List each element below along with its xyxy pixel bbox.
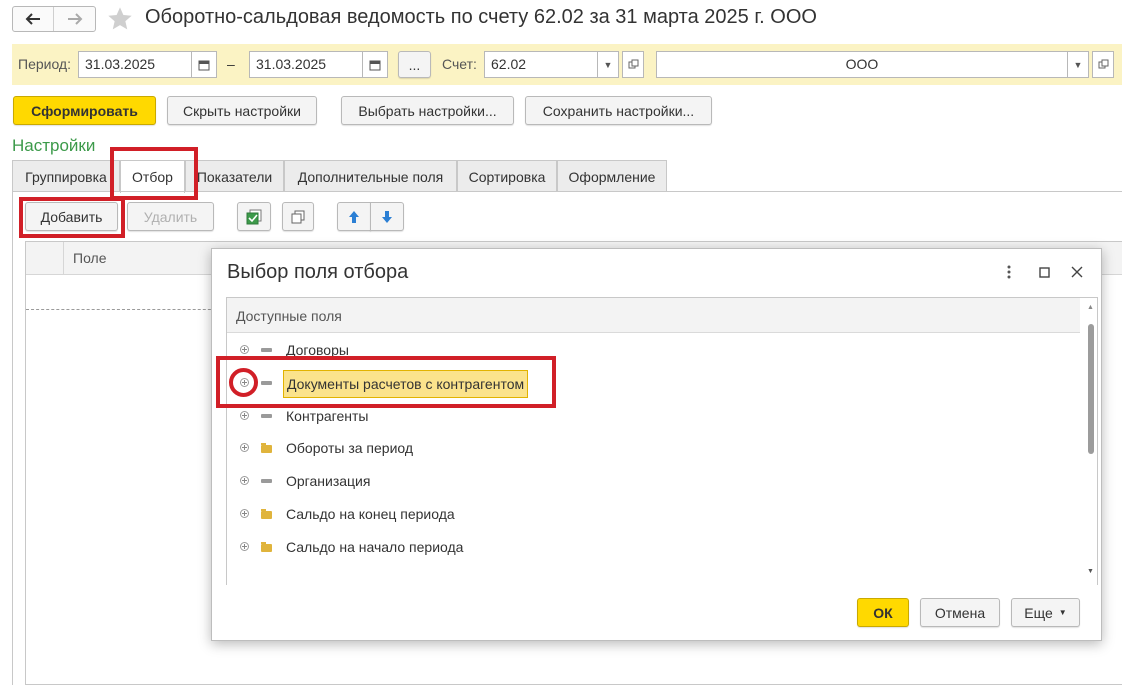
move-down-button[interactable] (370, 202, 404, 231)
tree-item-turnovers[interactable]: Обороты за период (227, 435, 1080, 461)
check-group-icon (246, 209, 262, 224)
settings-title: Настройки (12, 136, 96, 155)
tree-item-label: Сальдо на конец периода (286, 506, 455, 522)
tab-sorting[interactable]: Сортировка (457, 160, 557, 192)
tab-additional-fields[interactable]: Дополнительные поля (284, 160, 457, 192)
save-settings-button[interactable]: Сохранить настройки... (525, 96, 712, 125)
highlight-expand-circle (229, 368, 258, 397)
tree-item-label: Организация (286, 473, 371, 489)
generate-button[interactable]: Сформировать (13, 96, 156, 125)
tree-item-closing-balance[interactable]: Сальдо на конец периода (227, 501, 1080, 527)
account-open-button[interactable] (622, 51, 644, 78)
star-icon (108, 7, 132, 30)
tab-grouping[interactable]: Группировка (12, 160, 120, 192)
window-title: Оборотно-сальдовая ведомость по счету 62… (145, 6, 817, 28)
arrow-left-icon (25, 13, 40, 25)
open-icon (628, 59, 638, 69)
organization-dropdown-button[interactable]: ▼ (1067, 51, 1089, 78)
scroll-up-icon[interactable]: ▲ (1087, 304, 1094, 311)
tree-item-label: Обороты за период (286, 440, 414, 456)
back-button[interactable] (13, 7, 54, 31)
tree-item-label: Сальдо на начало периода (286, 539, 464, 555)
more-button[interactable]: Еще ▼ (1011, 598, 1080, 627)
chevron-down-icon: ▼ (1058, 608, 1067, 617)
period-to-field[interactable]: 31.03.2025 (249, 51, 363, 78)
folder-icon (261, 443, 272, 453)
filter-table-checkbox-col (63, 242, 64, 275)
forward-button[interactable] (54, 7, 95, 31)
dialog-menu-button[interactable] (1002, 262, 1016, 282)
tab-design[interactable]: Оформление (557, 160, 667, 192)
column-header-field[interactable]: Поле (73, 250, 107, 266)
copy-button[interactable] (282, 202, 314, 231)
list-scrollbar[interactable]: ▲ ▼ (1084, 298, 1098, 586)
expand-icon[interactable] (240, 509, 249, 518)
calendar-icon (369, 60, 381, 70)
dialog-maximize-button[interactable] (1034, 262, 1054, 282)
settings-panel-border (12, 191, 13, 685)
account-field[interactable]: 62.02 (484, 51, 598, 78)
dialog-title: Выбор поля отбора (227, 261, 409, 283)
hide-settings-button[interactable]: Скрыть настройки (167, 96, 317, 125)
cancel-button[interactable]: Отмена (920, 598, 1000, 627)
highlight-tab-filter (110, 147, 198, 200)
highlight-selected-item (216, 356, 556, 408)
maximize-icon (1038, 266, 1050, 278)
scroll-down-icon[interactable]: ▼ (1087, 568, 1094, 575)
expand-icon[interactable] (240, 345, 249, 354)
choose-settings-button[interactable]: Выбрать настройки... (341, 96, 514, 125)
scroll-thumb[interactable] (1088, 324, 1094, 454)
available-fields-header (227, 298, 1080, 333)
folder-icon (261, 509, 272, 519)
period-from-field[interactable]: 31.03.2025 (78, 51, 192, 78)
calendar-button-from[interactable] (191, 51, 217, 78)
dialog-close-button[interactable] (1067, 262, 1087, 282)
expand-icon[interactable] (240, 542, 249, 551)
period-dash: – (227, 56, 235, 72)
check-all-button[interactable] (237, 202, 271, 231)
period-label: Период: (18, 56, 71, 72)
organization-field[interactable]: ООО (656, 51, 1068, 78)
available-fields-header-label[interactable]: Доступные поля (236, 308, 342, 324)
period-more-button[interactable]: ... (398, 51, 431, 78)
chevron-down-icon: ▼ (1073, 59, 1083, 70)
favorite-button[interactable] (106, 5, 134, 33)
organization-open-button[interactable] (1092, 51, 1114, 78)
chevron-down-icon: ▼ (603, 59, 613, 70)
calendar-button-to[interactable] (362, 51, 388, 78)
kebab-menu-icon (1007, 265, 1011, 279)
account-dropdown-button[interactable]: ▼ (597, 51, 619, 78)
move-up-button[interactable] (337, 202, 371, 231)
available-fields-list: Доступные поля Договоры Документы расчет… (226, 297, 1098, 585)
tab-indicators[interactable]: Показатели (185, 160, 284, 192)
tree-item-opening-balance[interactable]: Сальдо на начало периода (227, 534, 1080, 560)
expand-icon[interactable] (240, 476, 249, 485)
delete-button[interactable]: Удалить (127, 202, 214, 231)
tree-item-label: Контрагенты (286, 408, 369, 424)
attribute-icon (261, 479, 272, 483)
highlight-add-button (19, 197, 125, 238)
open-icon (1098, 59, 1108, 69)
filter-table-empty-row (26, 276, 226, 310)
calendar-icon (198, 60, 210, 70)
tree-item-organization[interactable]: Организация (227, 468, 1080, 494)
account-label: Счет: (442, 56, 477, 72)
folder-icon (261, 542, 272, 552)
arrow-down-icon (382, 210, 392, 223)
arrow-right-icon (67, 13, 82, 25)
attribute-icon (261, 348, 272, 352)
close-icon (1071, 266, 1083, 278)
arrow-up-icon (349, 210, 359, 223)
copy-icon (291, 210, 305, 223)
attribute-icon (261, 414, 272, 418)
expand-icon[interactable] (240, 443, 249, 452)
more-button-label: Еще (1024, 604, 1053, 621)
ok-button[interactable]: ОК (857, 598, 909, 627)
expand-icon[interactable] (240, 411, 249, 420)
